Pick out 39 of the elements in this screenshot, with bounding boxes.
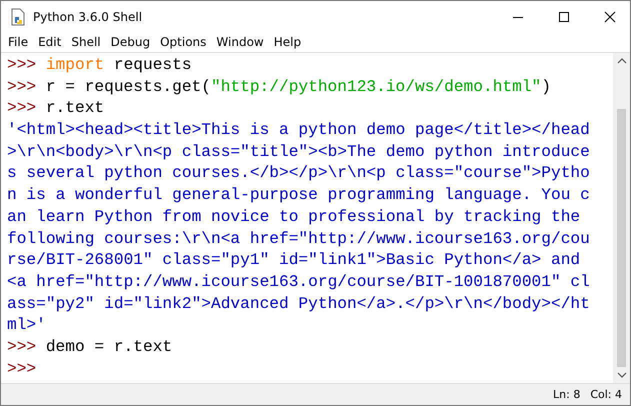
code-text: demo = r.text	[46, 338, 172, 356]
scroll-down-icon[interactable]	[616, 371, 626, 379]
output-text: <a href="http://www.icourse163.org/course/BIT-1001870001" cl	[7, 272, 590, 291]
code-keyword: import	[46, 56, 104, 74]
scroll-thumb[interactable]	[617, 109, 626, 367]
shell-prompt: >>>	[7, 99, 36, 118]
shell-prompt: >>>	[7, 360, 36, 378]
menu-item[interactable]: Debug	[106, 35, 156, 49]
output-text: ml>'	[7, 316, 46, 334]
window-title: Python 3.6.0 Shell	[33, 10, 142, 24]
close-icon[interactable]	[604, 10, 616, 22]
output-text: '<html><head><title>This is a python demo page</title></head	[7, 121, 590, 140]
app-icon	[9, 8, 27, 26]
line-number: Ln: 8	[553, 388, 580, 401]
code-string: "http://python123.io/ws/demo.html"	[210, 78, 542, 96]
code-text: )	[541, 78, 551, 96]
menu-item[interactable]: Help	[268, 35, 306, 49]
shell-prompt: >>>	[7, 338, 36, 356]
output-text: following courses:\r\n<a href="http://www.icourse163.org/cou	[7, 230, 590, 248]
menu-item[interactable]: Edit	[33, 35, 66, 49]
scrollbar[interactable]	[613, 53, 630, 383]
shell-prompt: >>>	[7, 56, 36, 74]
maximize-icon[interactable]	[558, 10, 570, 22]
column-number: Col: 4	[590, 388, 622, 401]
menu-item[interactable]: Window	[211, 35, 269, 49]
output-text: s several python courses.</b></p>\r\n<p class="course">Pytho	[7, 164, 590, 182]
shell-prompt: >>>	[7, 78, 36, 96]
output-text: n is a wonderful general-purpose programming language. You c	[7, 186, 590, 204]
menu-item[interactable]: Options	[155, 35, 212, 49]
scroll-up-icon[interactable]	[616, 57, 626, 65]
menu-item[interactable]: Shell	[66, 35, 106, 49]
menu-item[interactable]: File	[3, 35, 34, 49]
code-text: r = requests.get(	[46, 78, 211, 96]
output-text: ass="py2" id="link2">Advanced Python</a>.</p>\r\n</body></ht	[7, 294, 590, 313]
code-text: r.text	[46, 99, 104, 118]
output-text: an learn Python from novice to professional by tracking the	[7, 208, 580, 226]
output-text: rse/BIT-268001" class="py1" id="link1">Basic Python</a> and	[7, 251, 580, 270]
output-text: >\r\n<body>\r\n<p class="title"><b>The demo python introduce	[7, 142, 590, 161]
code-text: requests	[112, 56, 192, 74]
